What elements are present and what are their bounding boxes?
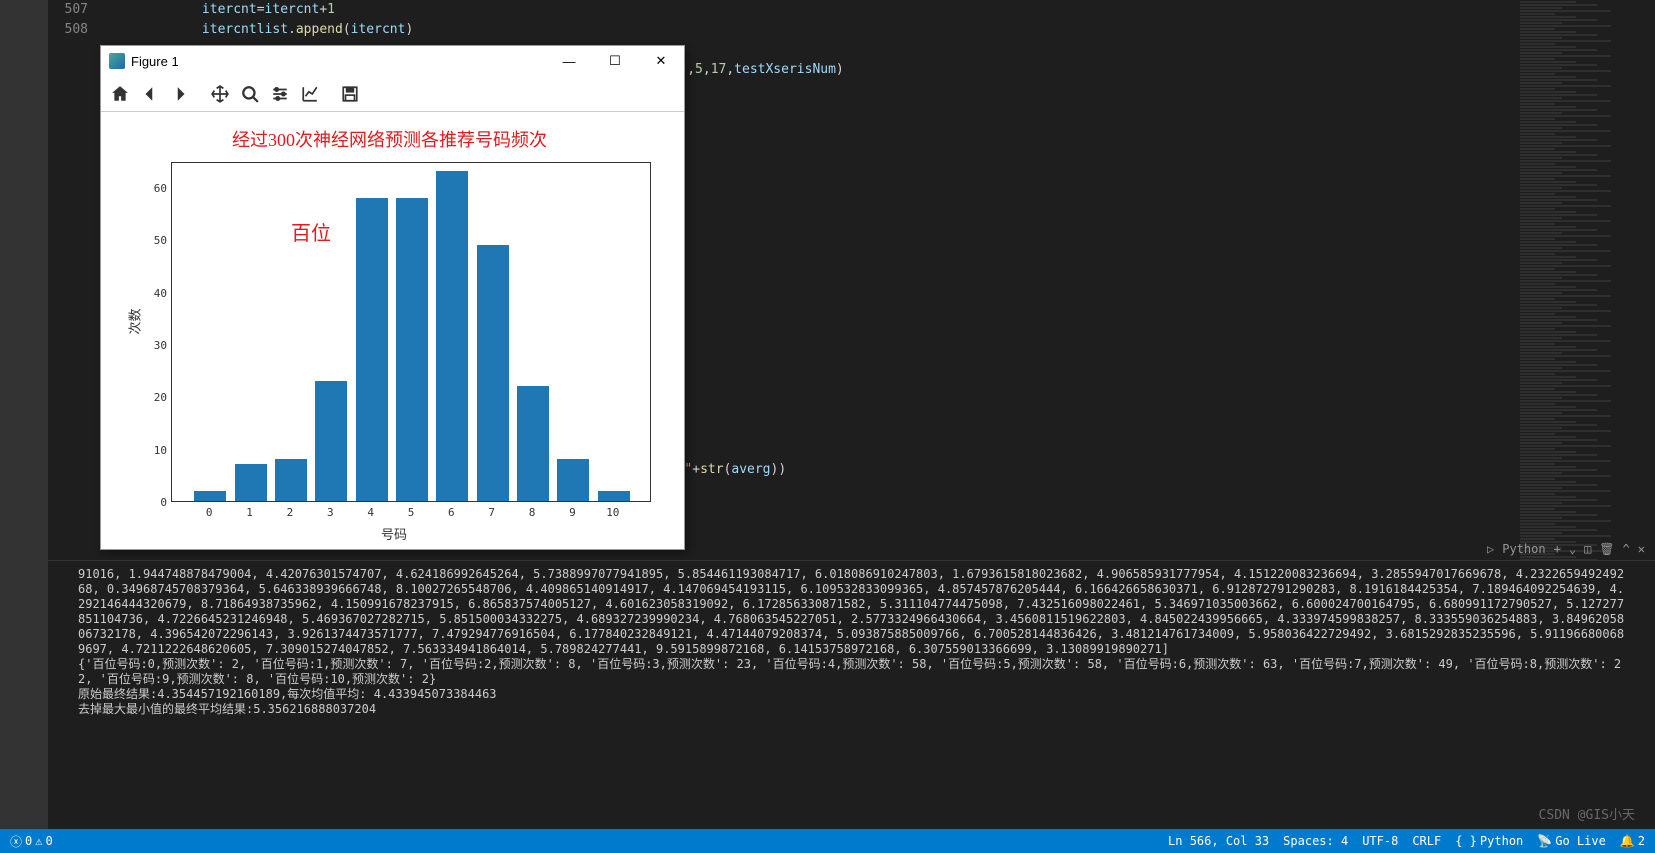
bar [194, 491, 226, 501]
x-tick: 3 [320, 506, 340, 519]
terminal-tabs: ▷ Python + ⌄ ◫ 🗑 ^ ✕ [48, 538, 1655, 560]
status-bar: ⓧ0 ⚠0 Ln 566, Col 33 Spaces: 4 UTF-8 CRL… [0, 829, 1655, 853]
bar [557, 459, 589, 501]
terminal-dropdown-icon[interactable]: ⌄ [1569, 542, 1576, 556]
bar [275, 459, 307, 501]
x-tick: 9 [562, 506, 582, 519]
bar [517, 386, 549, 501]
terminal-kernel-icon[interactable]: ▷ [1487, 542, 1494, 556]
status-notif[interactable]: 🔔2 [1620, 834, 1645, 848]
bar [396, 198, 428, 501]
y-tick: 40 [149, 287, 167, 300]
status-lang[interactable]: { } Python [1455, 834, 1523, 848]
terminal-maximize-icon[interactable]: ^ [1623, 542, 1630, 556]
status-spaces[interactable]: Spaces: 4 [1283, 834, 1348, 848]
terminal-add-icon[interactable]: + [1554, 542, 1561, 556]
bar [235, 464, 267, 501]
axes-icon[interactable] [297, 81, 323, 107]
back-icon[interactable] [137, 81, 163, 107]
minimize-button[interactable]: — [546, 46, 592, 76]
warning-icon: ⚠ [35, 834, 42, 848]
pan-icon[interactable] [207, 81, 233, 107]
x-tick: 7 [482, 506, 502, 519]
save-icon[interactable] [337, 81, 363, 107]
minimap[interactable] [1515, 0, 1655, 560]
axes [171, 162, 651, 502]
config-icon[interactable] [267, 81, 293, 107]
status-problems[interactable]: ⓧ0 ⚠0 [10, 833, 53, 850]
forward-icon[interactable] [167, 81, 193, 107]
y-tick: 0 [149, 496, 167, 509]
app-icon [109, 53, 125, 69]
status-ln-col[interactable]: Ln 566, Col 33 [1168, 834, 1269, 848]
status-eol[interactable]: CRLF [1412, 834, 1441, 848]
figure-titlebar[interactable]: Figure 1 — ☐ ✕ [101, 46, 684, 76]
y-tick: 10 [149, 444, 167, 457]
terminal-close-icon[interactable]: ✕ [1638, 542, 1645, 556]
terminal[interactable]: 91016, 1.944748878479004, 4.420763015747… [48, 560, 1655, 829]
x-tick: 10 [603, 506, 623, 519]
y-tick: 30 [149, 339, 167, 352]
y-axis-label: 次数 [125, 308, 144, 334]
x-tick: 5 [401, 506, 421, 519]
bar [477, 245, 509, 501]
y-tick: 20 [149, 391, 167, 404]
bar [356, 198, 388, 501]
zoom-icon[interactable] [237, 81, 263, 107]
x-tick: 8 [522, 506, 542, 519]
x-tick: 0 [199, 506, 219, 519]
x-tick: 1 [240, 506, 260, 519]
bar [436, 171, 468, 501]
activity-bar [0, 0, 48, 853]
y-tick: 50 [149, 234, 167, 247]
maximize-button[interactable]: ☐ [592, 46, 638, 76]
status-encoding[interactable]: UTF-8 [1362, 834, 1398, 848]
x-tick: 6 [441, 506, 461, 519]
error-icon: ⓧ [10, 833, 22, 850]
y-tick: 60 [149, 182, 167, 195]
bar [598, 491, 630, 501]
status-golive[interactable]: 📡 Go Live [1537, 834, 1606, 848]
terminal-split-icon[interactable]: ◫ [1584, 542, 1591, 556]
x-tick: 2 [280, 506, 300, 519]
home-icon[interactable] [107, 81, 133, 107]
terminal-kernel-label[interactable]: Python [1502, 542, 1545, 556]
chart-title: 经过300次神经网络预测各推荐号码频次 [111, 126, 668, 152]
bar [315, 381, 347, 501]
figure-title: Figure 1 [131, 54, 179, 69]
plot-area: 经过300次神经网络预测各推荐号码频次 百位 次数 号码 01020304050… [101, 112, 684, 549]
figure-window: Figure 1 — ☐ ✕ 经过300次神经网络预测各推荐号码频次 百位 次数… [100, 45, 685, 550]
terminal-output: 91016, 1.944748878479004, 4.420763015747… [78, 567, 1625, 717]
figure-toolbar [101, 76, 684, 112]
close-button[interactable]: ✕ [638, 46, 684, 76]
terminal-trash-icon[interactable]: 🗑 [1599, 542, 1614, 556]
x-tick: 4 [361, 506, 381, 519]
watermark: CSDN @GIS小天 [1539, 804, 1635, 823]
